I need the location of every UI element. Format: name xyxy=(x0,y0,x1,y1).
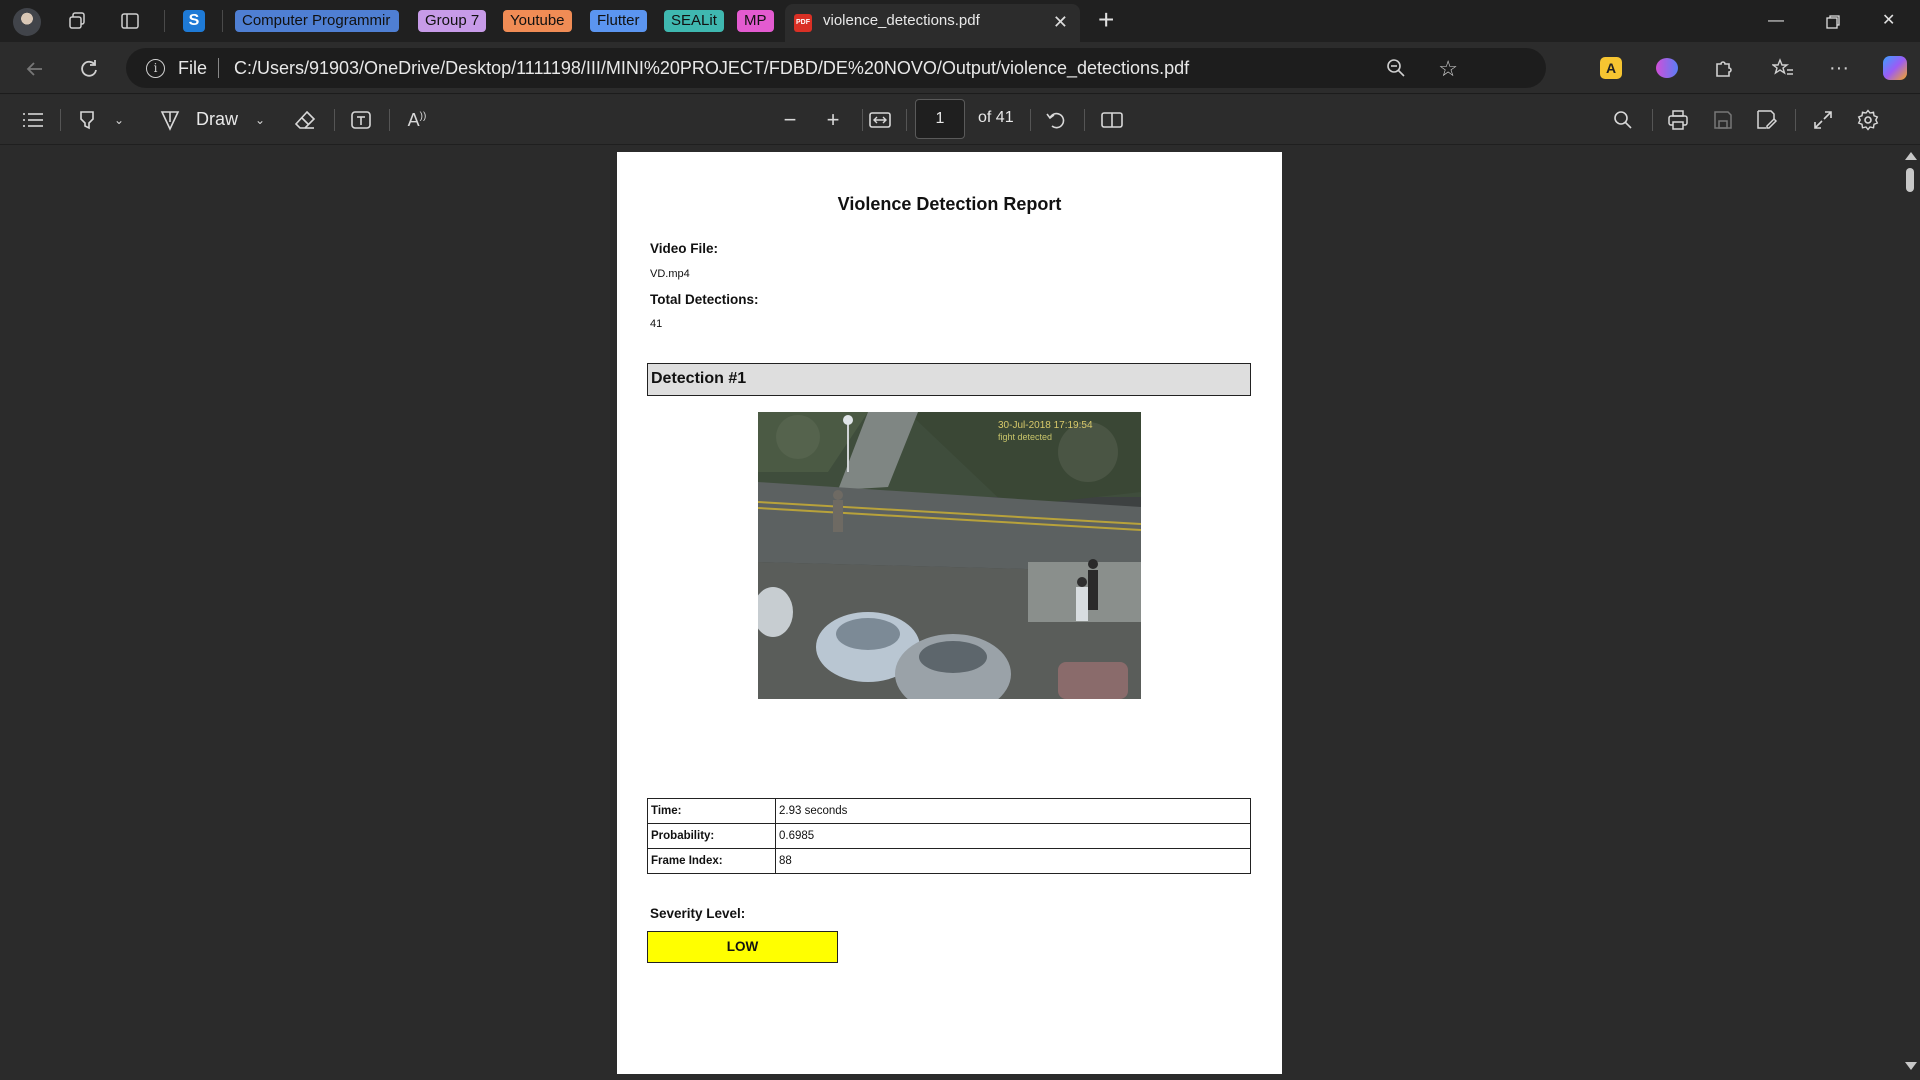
tab-group-group-7[interactable]: Group 7 xyxy=(418,10,487,32)
table-row: Time: 2.93 seconds xyxy=(647,798,1251,824)
refresh-icon[interactable] xyxy=(76,56,102,82)
divider xyxy=(1652,109,1653,131)
pdf-viewport[interactable]: Violence Detection Report Video File: VD… xyxy=(0,146,1920,1080)
active-tab-title: violence_detections.pdf xyxy=(823,12,980,29)
tab-actions-icon[interactable] xyxy=(119,10,141,32)
divider xyxy=(1795,109,1796,131)
probability-value: 0.6985 xyxy=(775,823,1251,849)
workspaces-icon[interactable] xyxy=(66,10,88,32)
settings-gear-icon[interactable] xyxy=(1855,108,1881,132)
tab-group-mp[interactable]: MP xyxy=(737,10,774,32)
probability-key: Probability: xyxy=(647,823,776,849)
copilot-icon[interactable] xyxy=(1882,55,1908,81)
table-row: Probability: 0.6985 xyxy=(647,823,1251,849)
draw-pen-icon[interactable] xyxy=(157,108,183,132)
time-key: Time: xyxy=(647,798,776,824)
draw-button[interactable]: Draw xyxy=(196,109,238,130)
fit-width-icon[interactable] xyxy=(867,108,893,132)
detection-frame-image: 30-Jul-2018 17:19:54 fight detected xyxy=(758,412,1141,699)
save-icon[interactable] xyxy=(1710,108,1736,132)
url-text[interactable]: C:/Users/91903/OneDrive/Desktop/1111198/… xyxy=(234,58,1189,79)
pdf-file-icon: PDF xyxy=(794,14,812,32)
divider xyxy=(906,109,907,131)
severity-label: Severity Level: xyxy=(650,906,746,921)
draw-chevron-down-icon[interactable]: ⌄ xyxy=(251,108,269,132)
favorites-list-icon[interactable] xyxy=(1770,55,1796,81)
zoom-out-icon[interactable]: − xyxy=(778,107,802,132)
scroll-thumb[interactable] xyxy=(1906,168,1914,192)
active-tab[interactable]: PDF violence_detections.pdf ✕ xyxy=(785,4,1080,42)
site-info-icon[interactable]: i xyxy=(146,59,165,78)
extension-brain-icon[interactable] xyxy=(1654,55,1680,81)
divider xyxy=(862,109,863,131)
fullscreen-icon[interactable] xyxy=(1810,108,1836,132)
rotate-icon[interactable] xyxy=(1043,108,1069,132)
tab-group-youtube[interactable]: Youtube xyxy=(503,10,572,32)
zoom-out-magnifier-icon[interactable] xyxy=(1386,58,1406,83)
video-file-value: VD.mp4 xyxy=(650,268,690,280)
vertical-scrollbar[interactable] xyxy=(1900,146,1920,1080)
scroll-up-arrow-icon[interactable] xyxy=(1905,152,1917,160)
page-total-label: of 41 xyxy=(978,109,1014,126)
pdf-page: Violence Detection Report Video File: VD… xyxy=(617,152,1282,1074)
navigation-bar: i File C:/Users/91903/OneDrive/Desktop/1… xyxy=(0,42,1920,94)
restore-button[interactable] xyxy=(1825,10,1841,37)
divider xyxy=(60,109,61,131)
tab-group-computer-programming[interactable]: Computer Programmir xyxy=(235,10,399,32)
time-value: 2.93 seconds xyxy=(775,798,1251,824)
close-window-button[interactable]: ✕ xyxy=(1882,10,1895,32)
frame-index-key: Frame Index: xyxy=(647,848,776,874)
severity-badge: LOW xyxy=(647,931,838,963)
frame-timestamp-overlay: 30-Jul-2018 17:19:54 xyxy=(998,420,1093,431)
detection-header: Detection #1 xyxy=(647,363,1251,396)
back-arrow-icon[interactable] xyxy=(22,56,48,82)
eraser-icon[interactable] xyxy=(292,108,318,132)
scroll-down-arrow-icon[interactable] xyxy=(1905,1062,1917,1070)
s-app-tab-icon[interactable]: S xyxy=(183,10,205,32)
scheme-label: File xyxy=(178,58,208,78)
new-tab-button[interactable]: + xyxy=(1098,6,1114,34)
add-text-icon[interactable] xyxy=(348,108,374,132)
zoom-in-icon[interactable]: + xyxy=(821,107,845,132)
favorite-star-icon[interactable]: ☆ xyxy=(1438,56,1458,82)
video-file-label: Video File: xyxy=(650,241,719,256)
total-detections-value: 41 xyxy=(650,318,663,330)
divider xyxy=(1030,109,1031,131)
tab-strip: S Computer Programmir Group 7 Youtube Fl… xyxy=(0,0,1920,42)
frame-index-value: 88 xyxy=(775,848,1251,874)
divider xyxy=(218,58,219,78)
address-bar[interactable]: i File C:/Users/91903/OneDrive/Desktop/1… xyxy=(126,48,1546,88)
divider xyxy=(1084,109,1085,131)
table-row: Frame Index: 88 xyxy=(647,848,1251,874)
highlight-chevron-down-icon[interactable]: ⌄ xyxy=(110,108,128,132)
divider xyxy=(334,109,335,131)
highlight-icon[interactable] xyxy=(74,108,100,132)
extension-a-icon[interactable]: A xyxy=(1598,55,1624,81)
frame-status-overlay: fight detected xyxy=(998,432,1052,442)
minimize-button[interactable]: — xyxy=(1768,10,1784,32)
more-menu-icon[interactable]: ··· xyxy=(1826,55,1852,81)
save-as-icon[interactable] xyxy=(1754,108,1780,132)
profile-avatar[interactable] xyxy=(13,8,41,36)
divider xyxy=(164,10,165,32)
close-tab-icon[interactable]: ✕ xyxy=(1053,12,1068,32)
tab-group-sealit[interactable]: SEALit xyxy=(664,10,724,32)
contents-list-icon[interactable] xyxy=(20,108,46,132)
total-detections-label: Total Detections: xyxy=(650,292,759,307)
divider xyxy=(222,10,223,32)
tab-group-flutter[interactable]: Flutter xyxy=(590,10,647,32)
page-view-icon[interactable] xyxy=(1099,108,1125,132)
print-icon[interactable] xyxy=(1665,108,1691,132)
page-number-input[interactable]: 1 xyxy=(915,99,965,139)
report-title: Violence Detection Report xyxy=(837,194,1062,214)
extensions-puzzle-icon[interactable] xyxy=(1711,55,1737,81)
search-icon[interactable] xyxy=(1610,108,1636,132)
divider xyxy=(389,109,390,131)
pdf-toolbar: ⌄ Draw ⌄ A)) − + 1 of 41 xyxy=(0,95,1920,145)
detection-details-table: Time: 2.93 seconds Probability: 0.6985 F… xyxy=(647,798,1251,874)
read-aloud-icon[interactable]: A)) xyxy=(404,108,430,132)
